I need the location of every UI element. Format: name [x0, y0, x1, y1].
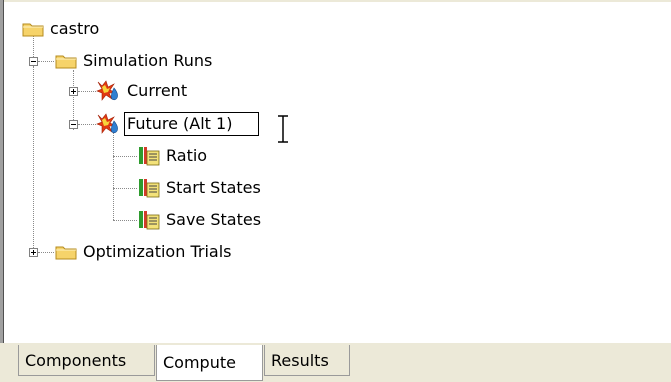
tree-node-castro[interactable]: castro — [22, 16, 102, 42]
tree-line — [113, 156, 137, 157]
tree-node-label: Save States — [166, 210, 262, 229]
tree-node-simulation-runs[interactable]: Simulation Runs — [55, 48, 215, 74]
collapse-toggle[interactable] — [29, 57, 38, 66]
tree-node-label: Simulation Runs — [83, 51, 213, 70]
tree-node-label: Start States — [166, 178, 261, 197]
tree-node-ratio[interactable]: Ratio — [138, 143, 210, 169]
panel-border-left-inner — [3, 0, 4, 345]
expand-toggle[interactable] — [69, 87, 78, 96]
tab-label: Components — [25, 351, 127, 370]
tree-node-label: Ratio — [166, 146, 208, 165]
tab-label: Results — [271, 351, 329, 370]
document-icon — [139, 211, 160, 230]
text-cursor-icon — [278, 115, 288, 143]
simulation-run-icon — [96, 113, 118, 134]
expand-toggle[interactable] — [29, 248, 38, 257]
tree-node-current[interactable]: Current — [96, 78, 190, 104]
tab-results[interactable]: Results — [264, 345, 350, 376]
tree-node-start-states[interactable]: Start States — [138, 175, 264, 201]
tab-bar: Components Compute Results — [0, 345, 671, 382]
tree-node-optimization-trials[interactable]: Optimization Trials — [55, 239, 234, 265]
tree-line — [78, 124, 96, 125]
rename-input[interactable]: Future (Alt 1) — [124, 112, 260, 136]
folder-icon — [55, 55, 77, 69]
tree-node-future-alt1[interactable]: Future (Alt 1) — [96, 111, 260, 137]
tree-line — [33, 66, 34, 252]
tree-line — [113, 188, 137, 189]
tree-node-label: castro — [50, 19, 100, 38]
folder-icon — [55, 246, 77, 260]
tree-line — [38, 61, 54, 62]
tab-label: Compute — [163, 353, 236, 372]
tree-line — [113, 130, 114, 220]
collapse-toggle[interactable] — [69, 120, 78, 129]
tab-compute[interactable]: Compute — [156, 345, 263, 381]
panel-border-top — [0, 0, 671, 2]
tree-node-save-states[interactable]: Save States — [138, 207, 264, 233]
document-icon — [139, 179, 160, 198]
tab-components[interactable]: Components — [18, 345, 155, 376]
tree-node-label: Optimization Trials — [83, 242, 232, 261]
tree-line — [38, 252, 54, 253]
document-icon — [139, 147, 160, 166]
folder-icon — [22, 23, 44, 37]
tree-line — [78, 91, 96, 92]
simulation-run-icon — [96, 80, 118, 101]
tree-node-label: Current — [127, 81, 188, 100]
tree-panel: castro Simulation Runs Current Future (A… — [0, 0, 671, 345]
tree-line — [113, 220, 137, 221]
